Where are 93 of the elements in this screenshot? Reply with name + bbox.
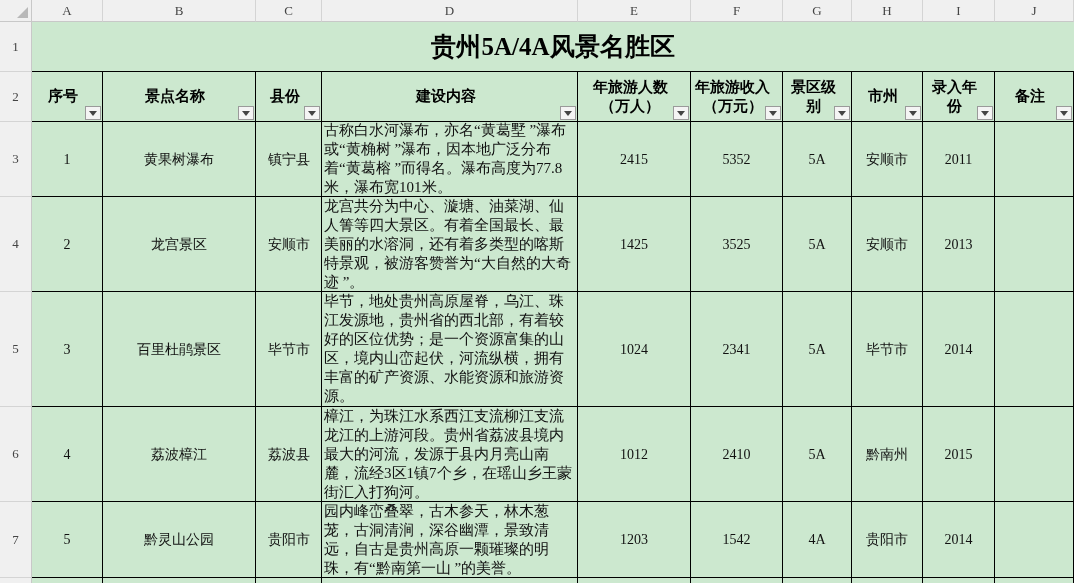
table-cell: 毕节市	[256, 292, 322, 407]
caret-icon	[89, 110, 97, 116]
table-cell: 2015	[923, 407, 995, 502]
caret-icon	[308, 110, 316, 116]
caret-icon	[838, 110, 846, 116]
header-label: 景区级别	[789, 77, 837, 116]
table-cell: 2013	[923, 197, 995, 292]
row-number[interactable]: 7	[0, 502, 32, 578]
table-cell: 4	[32, 407, 103, 502]
column-letter[interactable]: I	[923, 0, 995, 22]
header-label: 年旅游人数（万人）	[591, 77, 669, 116]
table-cell: 1024	[578, 292, 691, 407]
row-number[interactable]: 1	[0, 22, 32, 72]
column-letter[interactable]: F	[691, 0, 783, 22]
filter-dropdown-button[interactable]	[85, 106, 101, 120]
header-label: 景点名称	[145, 87, 205, 106]
column-letter[interactable]: H	[852, 0, 923, 22]
filter-dropdown-button[interactable]	[977, 106, 993, 120]
table-cell: 1012	[578, 407, 691, 502]
header-label: 县份	[269, 87, 300, 106]
table-cell: 2415	[578, 122, 691, 197]
column-letter[interactable]: B	[103, 0, 256, 22]
column-letter[interactable]: A	[32, 0, 103, 22]
table-cell: 5A	[783, 122, 852, 197]
column-letter[interactable]: J	[995, 0, 1074, 22]
header-label: 建设内容	[415, 87, 476, 106]
table-cell: 1542	[691, 502, 783, 578]
filter-dropdown-button[interactable]	[238, 106, 254, 120]
row-number[interactable]: 6	[0, 407, 32, 502]
table-cell: 2410	[691, 407, 783, 502]
column-letter[interactable]: D	[322, 0, 578, 22]
table-cell: 2014	[923, 292, 995, 407]
header-label: 年旅游收入（万元）	[694, 77, 771, 116]
caret-icon	[677, 110, 685, 116]
table-cell: 2341	[691, 292, 783, 407]
caret-icon	[769, 110, 777, 116]
caret-icon	[564, 110, 572, 116]
table-cell: 黔灵山公园	[103, 502, 256, 578]
filter-dropdown-button[interactable]	[560, 106, 576, 120]
table-cell: 4A	[783, 502, 852, 578]
filter-dropdown-button[interactable]	[905, 106, 921, 120]
caret-icon	[242, 110, 250, 116]
table-cell: 龙宫共分为中心、漩塘、油菜湖、仙人箐等四大景区。有着全国最长、最美丽的水溶洞，还有着多类型的喀斯特景观，被游客赞誉为“大自然的大奇迹 ”。	[322, 197, 578, 292]
table-cell: 1203	[578, 502, 691, 578]
table-cell: 荔波县	[256, 407, 322, 502]
row-number[interactable]: 2	[0, 72, 32, 122]
table-cell: 1425	[578, 197, 691, 292]
table-cell: 5A	[783, 197, 852, 292]
table-cell: 百里杜鹃景区	[103, 292, 256, 407]
table-cell: 5352	[691, 122, 783, 197]
table-cell: 5A	[783, 292, 852, 407]
table-cell: 3	[32, 292, 103, 407]
filter-dropdown-button[interactable]	[673, 106, 689, 120]
table-cell: 樟江，为珠江水系西江支流柳江支流龙江的上游河段。贵州省荔波县境内最大的河流，发源于县内月亮山南麓，流经3区1镇7个乡，在瑶山乡王蒙街汇入打狗河。	[322, 407, 578, 502]
column-letter[interactable]: G	[783, 0, 852, 22]
caret-icon	[981, 110, 989, 116]
caret-icon	[1060, 110, 1068, 116]
table-cell: 5	[32, 502, 103, 578]
table-cell: 安顺市	[852, 122, 923, 197]
column-letter[interactable]: C	[256, 0, 322, 22]
filter-dropdown-button[interactable]	[1056, 106, 1072, 120]
filter-dropdown-button[interactable]	[765, 106, 781, 120]
column-letter[interactable]: E	[578, 0, 691, 22]
table-cell: 安顺市	[852, 197, 923, 292]
sheet-title: 贵州5A/4A风景名胜区	[32, 22, 1074, 72]
row-number[interactable]: 5	[0, 292, 32, 407]
header-label: 录入年份	[931, 77, 978, 116]
table-cell: 龙宫景区	[103, 197, 256, 292]
filter-dropdown-button[interactable]	[834, 106, 850, 120]
row-number[interactable]: 3	[0, 122, 32, 197]
table-cell: 毕节市	[852, 292, 923, 407]
header-label: 备注	[1015, 87, 1045, 106]
header-label: 序号	[48, 87, 78, 106]
table-cell: 安顺市	[256, 197, 322, 292]
table-cell: 3525	[691, 197, 783, 292]
row-number[interactable]: 4	[0, 197, 32, 292]
table-cell: 2014	[923, 502, 995, 578]
table-cell: 2	[32, 197, 103, 292]
table-cell: 古称白水河瀑布，亦名“黄葛墅 ”瀑布或“黄桷树 ”瀑布，因本地广泛分布着“黄葛榕 ”而得名。瀑布高度为77.8米，瀑布宽101米。	[322, 122, 578, 197]
caret-icon	[909, 110, 917, 116]
table-cell: 1	[32, 122, 103, 197]
filter-dropdown-button[interactable]	[304, 106, 320, 120]
table-cell: 贵阳市	[256, 502, 322, 578]
table-cell: 毕节，地处贵州高原屋脊，乌江、珠江发源地，贵州省的西北部，有着较好的区位优势；是一个资源富集的山区，境内山峦起伏，河流纵横，拥有丰富的矿产资源、水能资源和旅游资源。	[322, 292, 578, 407]
header-label: 市州	[868, 87, 898, 106]
table-cell: 贵阳市	[852, 502, 923, 578]
table-cell: 镇宁县	[256, 122, 322, 197]
table-cell: 荔波樟江	[103, 407, 256, 502]
table-cell: 5A	[783, 407, 852, 502]
table-cell: 园内峰峦叠翠，古木参天，林木葱茏，古洞清涧，深谷幽潭，景致清远，自古是贵州高原一颗璀璨的明珠，有“黔南第一山 ”的美誉。	[322, 502, 578, 578]
table-cell: 黔南州	[852, 407, 923, 502]
table-cell: 2011	[923, 122, 995, 197]
table-cell: 黄果树瀑布	[103, 122, 256, 197]
